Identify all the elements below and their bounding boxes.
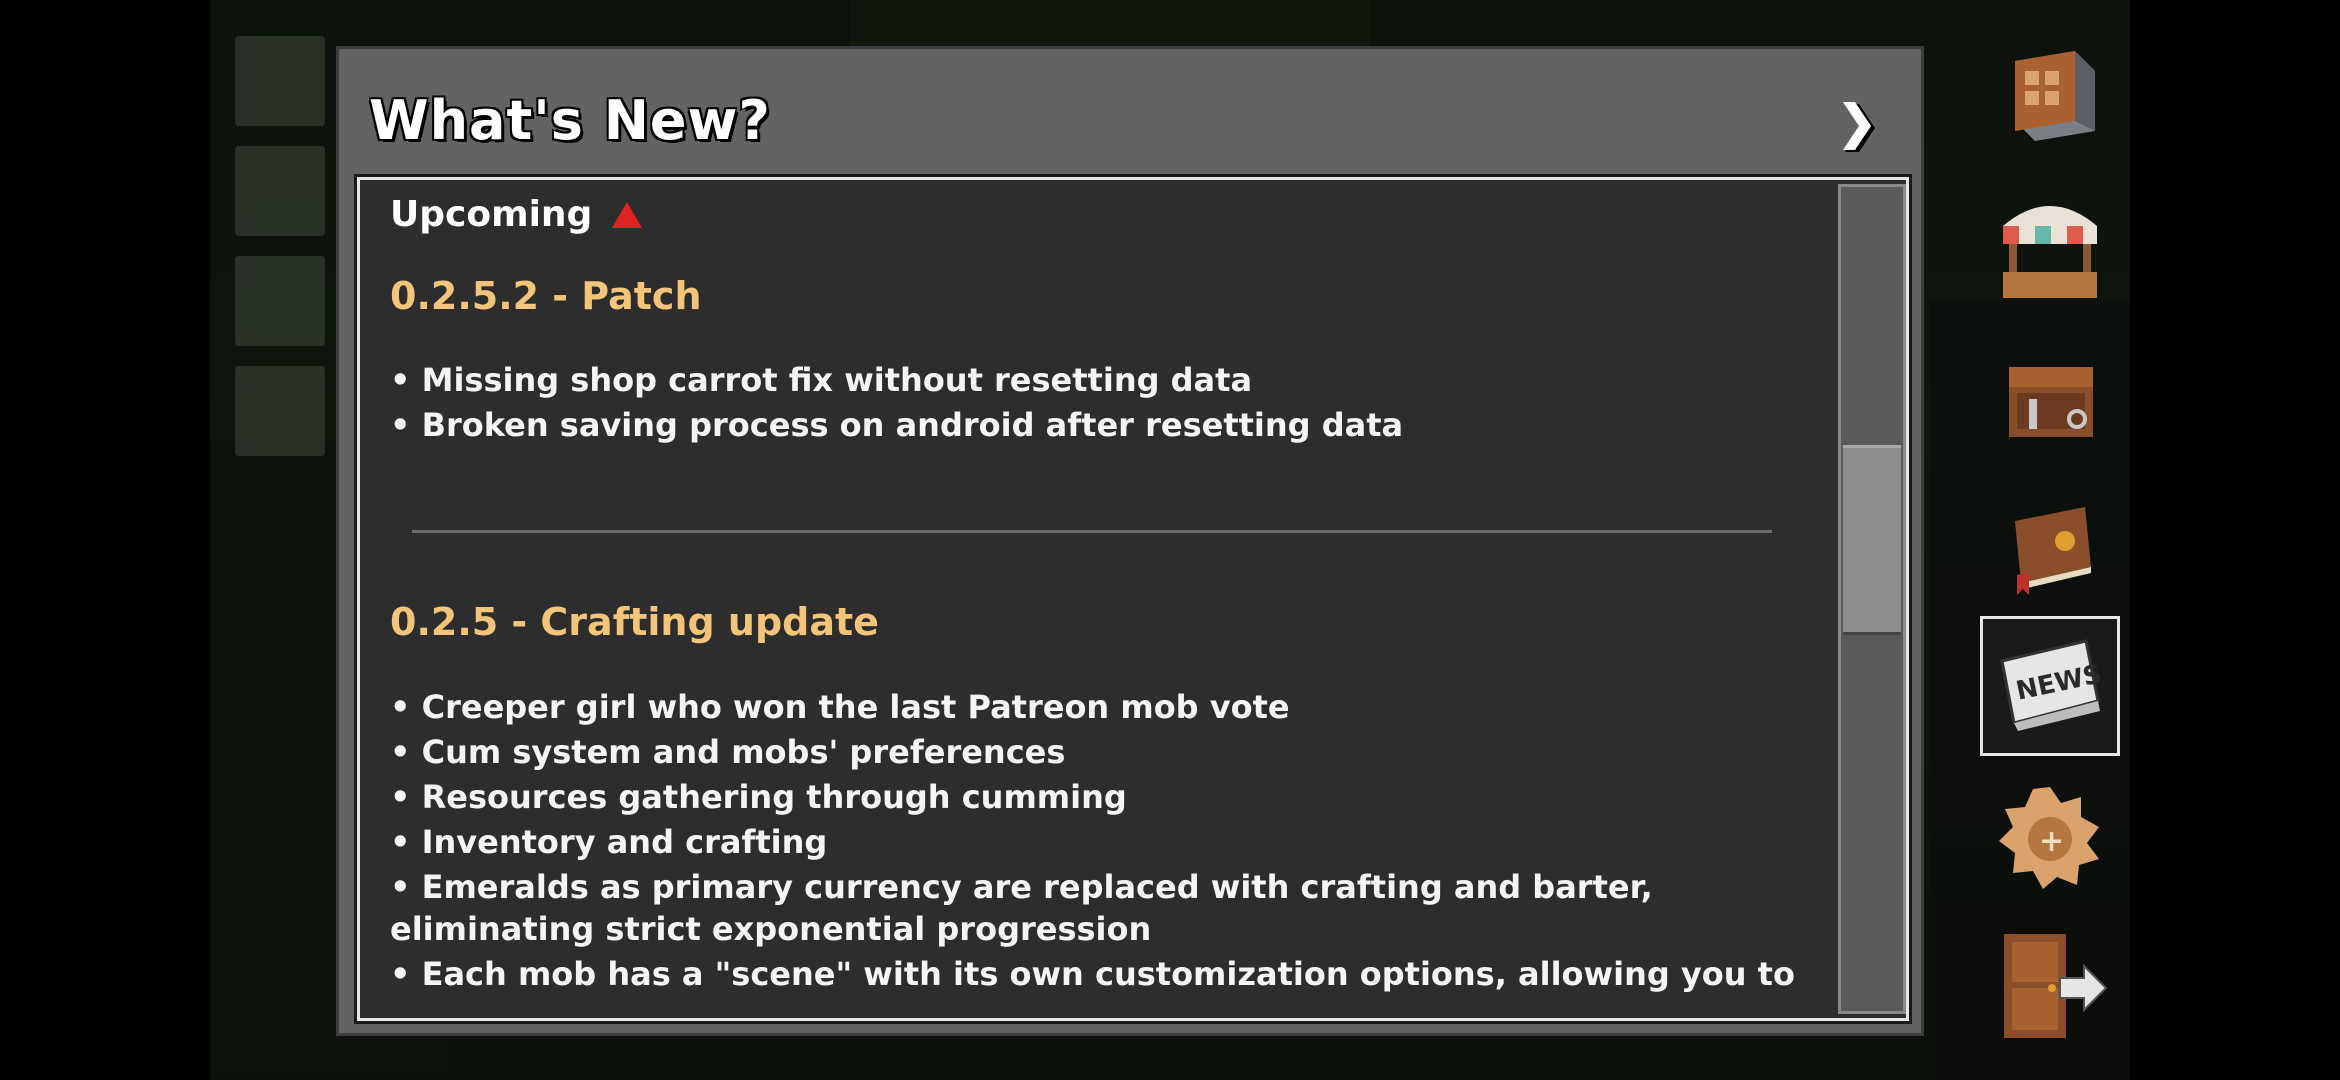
upcoming-label: Upcoming — [390, 194, 593, 235]
news-content-panel[interactable]: Upcoming 0.2.5.2 - Patch • Missing shop … — [354, 174, 1912, 1024]
journal-book-icon — [2015, 507, 2091, 595]
list-item: • Creeper girl who won the last Patreon … — [390, 688, 1290, 726]
dialog-title: What's New? — [369, 89, 771, 152]
left-slot-item — [235, 366, 325, 456]
upcoming-header: Upcoming — [390, 194, 644, 235]
scrollbar-thumb[interactable] — [1843, 445, 1901, 635]
version-title: 0.2.5.2 - Patch — [390, 274, 702, 318]
list-item: • Emeralds as primary currency are repla… — [390, 868, 1653, 906]
news-button[interactable]: NEWS — [1980, 616, 2120, 756]
list-item: • Inventory and crafting — [390, 823, 828, 861]
left-slot-plant — [235, 146, 325, 236]
exit-door-icon — [2004, 934, 2108, 1038]
list-item: • Resources gathering through cumming — [390, 778, 1127, 816]
exit-button[interactable] — [1980, 916, 2120, 1056]
list-item: eliminating strict exponential progressi… — [390, 910, 1152, 948]
scrollbar-track[interactable] — [1838, 184, 1906, 1014]
journal-button[interactable] — [1980, 476, 2120, 616]
svg-text:+: + — [2039, 824, 2064, 859]
shop-stall-icon — [2003, 206, 2097, 298]
patreon-button[interactable]: + — [1980, 766, 2120, 906]
left-slot-portrait — [235, 36, 325, 126]
list-item: • Each mob has a "scene" with its own cu… — [390, 955, 1795, 993]
shop-button[interactable] — [1980, 176, 2120, 316]
storage-chest-icon — [2009, 367, 2093, 437]
news-icon: NEWS — [2000, 639, 2105, 731]
list-item: • Missing shop carrot fix without resett… — [390, 361, 1253, 399]
next-button[interactable] — [1829, 93, 1889, 163]
storage-button[interactable] — [1980, 326, 2120, 466]
crafting-block-icon — [2015, 51, 2095, 141]
crafting-button[interactable] — [1980, 26, 2120, 166]
section-divider — [412, 530, 1772, 533]
left-slot-box — [235, 256, 325, 346]
patreon-badge-icon: + — [1999, 787, 2099, 889]
warning-triangle-icon — [612, 201, 643, 228]
list-item: • Broken saving process on android after… — [390, 406, 1404, 444]
version-title: 0.2.5 - Crafting update — [390, 600, 879, 644]
list-item: • Cum system and mobs' preferences — [390, 733, 1066, 771]
whats-new-dialog: What's New? Upcoming 0.2.5.2 - Patch • M… — [336, 46, 1924, 1036]
chevron-right-icon — [1843, 102, 1875, 152]
